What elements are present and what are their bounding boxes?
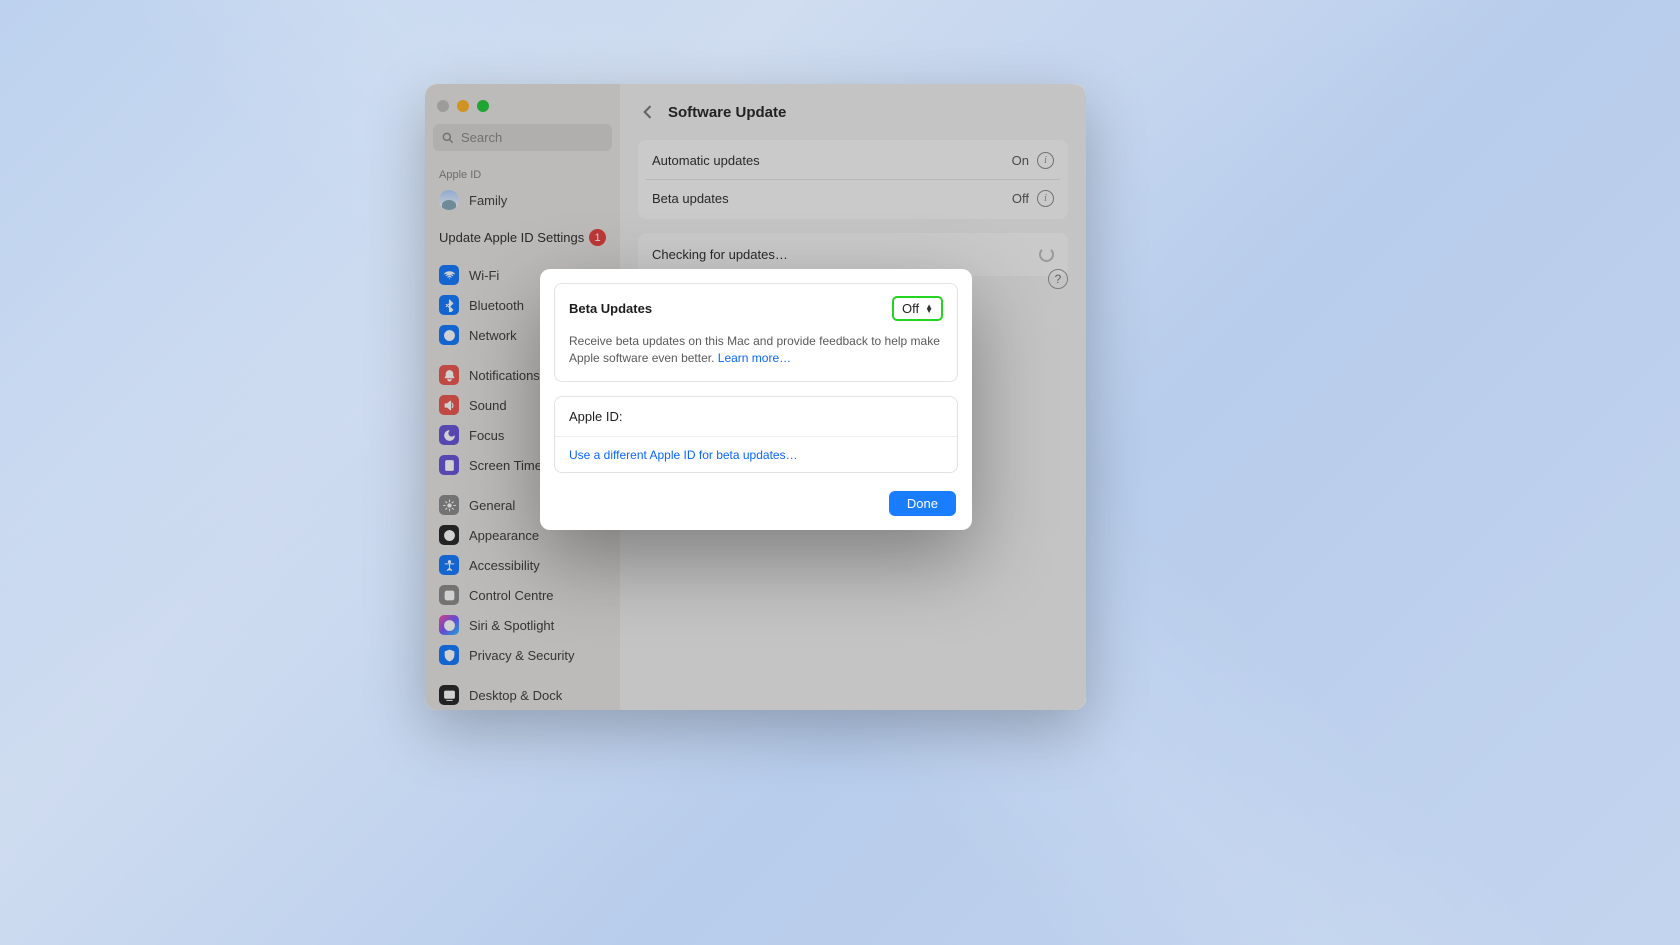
apple-id-label: Apple ID:	[569, 409, 622, 424]
modal-description: Receive beta updates on this Mac and pro…	[555, 333, 957, 381]
learn-more-link[interactable]: Learn more…	[718, 351, 791, 365]
apple-id-row: Apple ID:	[555, 397, 957, 437]
beta-updates-select[interactable]: Off ▲▼	[892, 296, 943, 321]
use-different-apple-id-link[interactable]: Use a different Apple ID for beta update…	[569, 448, 798, 462]
beta-updates-modal: Beta Updates Off ▲▼ Receive beta updates…	[540, 269, 972, 530]
modal-title: Beta Updates	[569, 301, 652, 316]
select-value: Off	[902, 301, 919, 316]
chevron-updown-icon: ▲▼	[925, 305, 933, 313]
done-button[interactable]: Done	[889, 491, 956, 516]
